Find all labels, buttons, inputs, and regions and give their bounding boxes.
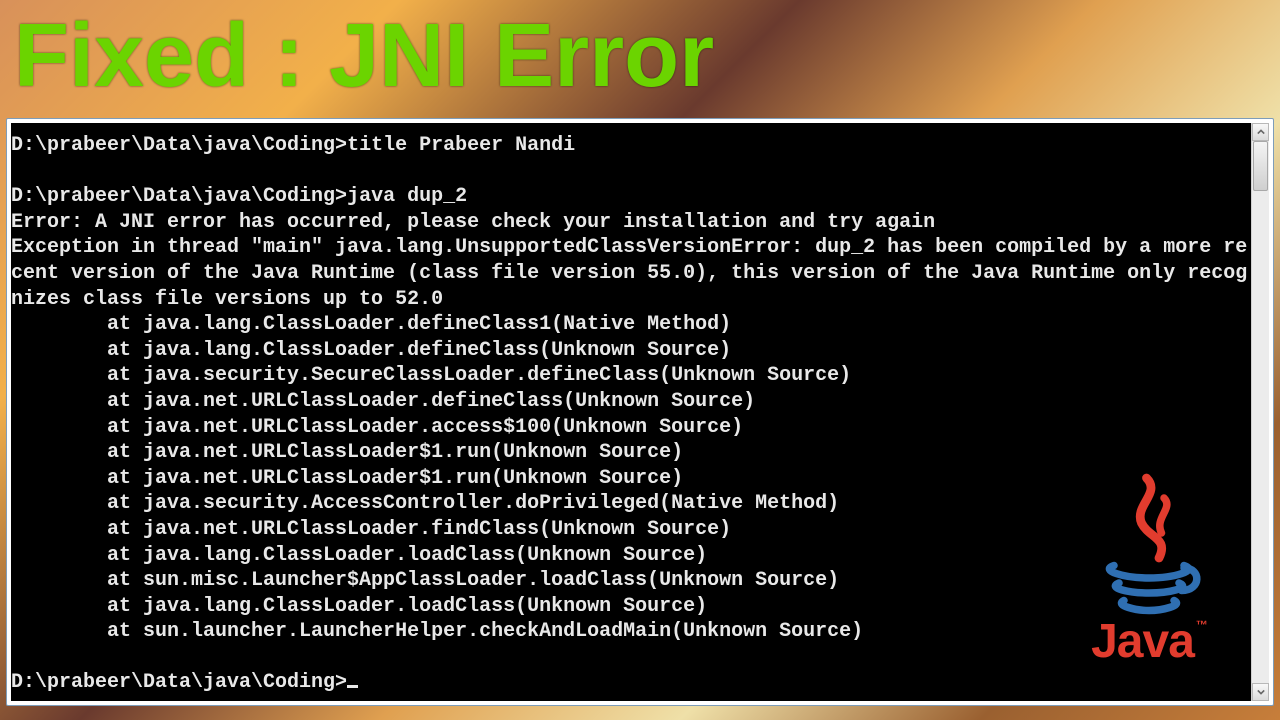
prompt-line-2: D:\prabeer\Data\java\Coding>java dup_2	[11, 185, 467, 208]
chevron-up-icon	[1257, 128, 1265, 136]
scrollbar-vertical[interactable]	[1251, 123, 1269, 701]
scroll-up-button[interactable]	[1252, 123, 1269, 141]
terminal-output[interactable]: D:\prabeer\Data\java\Coding>title Prabee…	[11, 123, 1251, 701]
prompt-line-1: D:\prabeer\Data\java\Coding>title Prabee…	[11, 134, 575, 157]
headline-text: Fixed : JNI Error	[14, 5, 714, 108]
scroll-track[interactable]	[1252, 141, 1269, 683]
headline-banner: Fixed : JNI Error	[0, 0, 1280, 112]
scroll-thumb[interactable]	[1253, 141, 1268, 191]
chevron-down-icon	[1257, 688, 1265, 696]
stack-trace: at java.lang.ClassLoader.defineClass1(Na…	[11, 313, 863, 643]
prompt-line-3: D:\prabeer\Data\java\Coding>	[11, 671, 347, 694]
terminal-cursor	[347, 685, 358, 688]
scroll-down-button[interactable]	[1252, 683, 1269, 701]
terminal-window: D:\prabeer\Data\java\Coding>title Prabee…	[6, 118, 1274, 706]
error-message: Error: A JNI error has occurred, please …	[11, 211, 1247, 311]
